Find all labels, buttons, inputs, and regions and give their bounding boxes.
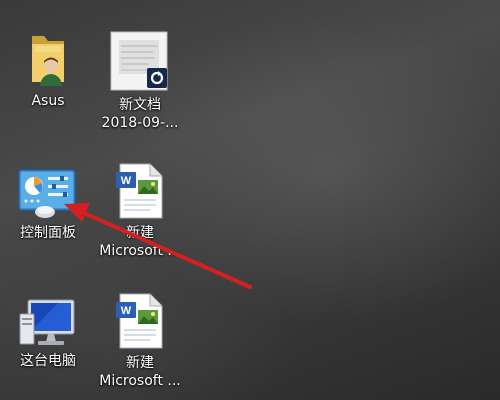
icon-label-line-2: 2018-09-... [101,115,179,131]
icon-label-line-1: 控制面板 [20,225,76,241]
icon-label-line-2: Microsoft ... [99,243,181,259]
icon-label-line-1: 新建 [126,225,154,241]
svg-text:W: W [121,305,132,317]
desktop-icon-word-document[interactable]: W 新建 Microsoft ... [92,292,188,390]
icon-label-line-1: 新建 [126,355,154,371]
desktop: Asus 新文档 2018-09-... 控制面板 W 新建 Microsoft… [0,0,500,400]
desktop-icon-new-document[interactable]: 新文档 2018-09-... [92,30,188,132]
control-panel-icon [18,169,76,218]
user-folder-icon [32,36,64,86]
desktop-icon-this-pc[interactable]: 这台电脑 [0,296,96,370]
document-thumbnail-icon [110,31,168,91]
icon-label-line-1: 这台电脑 [20,353,76,369]
word-document-icon: W [116,293,163,349]
icon-label-line-2: Microsoft ... [99,373,181,389]
computer-monitor-icon [19,299,75,345]
desktop-icon-control-panel[interactable]: 控制面板 [0,168,96,242]
icon-label-line-1: 新文档 [119,97,161,113]
svg-text:W: W [121,175,132,187]
icon-label-line-1: Asus [31,93,65,109]
word-document-icon: W [116,163,163,219]
desktop-icon-word-document[interactable]: W 新建 Microsoft ... [92,162,188,260]
desktop-icon-asus[interactable]: Asus [0,30,96,110]
